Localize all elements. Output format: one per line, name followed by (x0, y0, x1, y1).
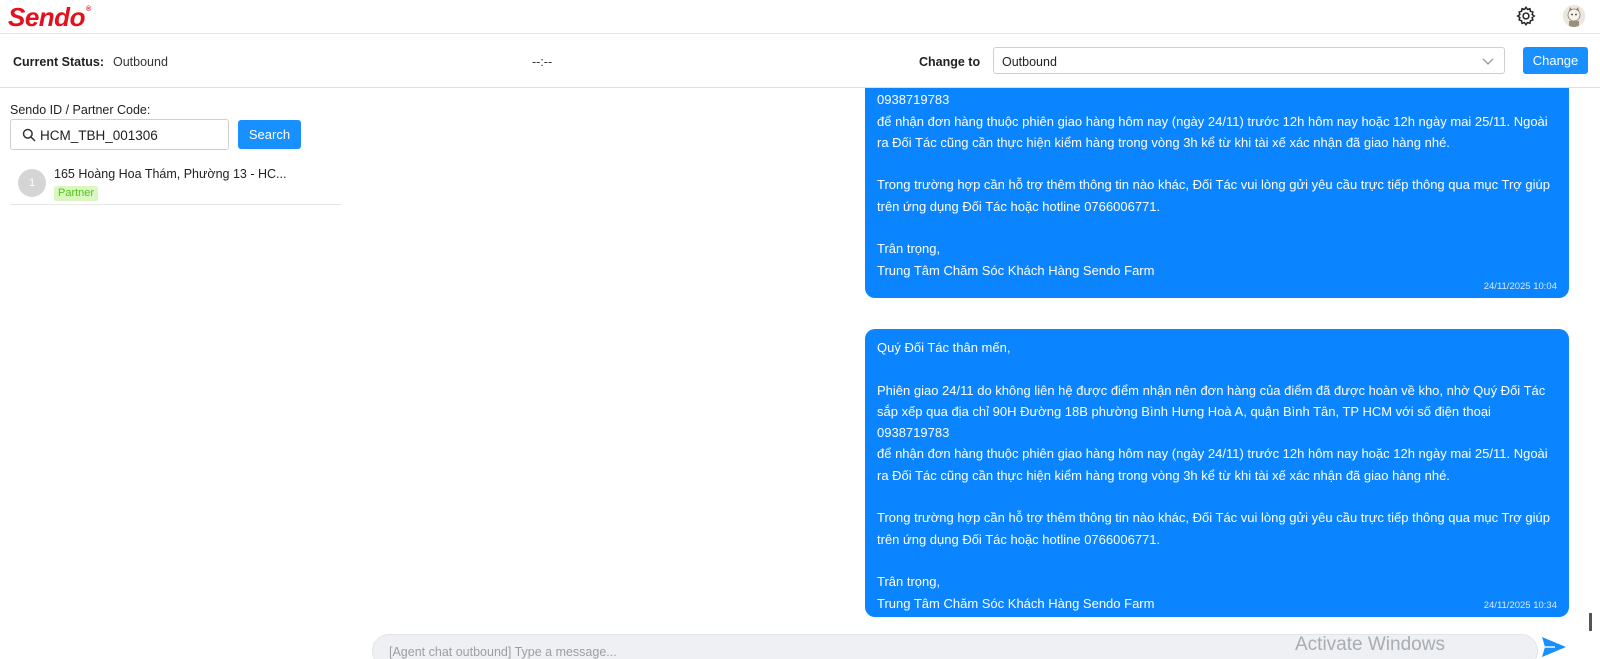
search-result-item[interactable]: 1 165 Hoàng Hoa Thám, Phường 13 - HC... … (10, 157, 341, 205)
activate-windows-watermark: Activate Windows (1295, 634, 1445, 655)
message-line: ra Đối Tác cũng cần thực hiện kiểm hàng … (877, 467, 1450, 483)
message-line: để nhận đơn hàng thuộc phiên giao hàng h… (877, 446, 1548, 462)
message-greeting: Quý Đối Tác thân mến, (877, 340, 1011, 355)
message-closing: Trân trọng, (877, 574, 941, 590)
search-field[interactable] (10, 119, 229, 150)
search-label: Sendo ID / Partner Code: (10, 103, 151, 117)
message-bubble: sắp xếp qua địa chỉ 90H Đường 18B phường… (865, 88, 1569, 298)
search-button[interactable]: Search (238, 120, 301, 149)
message-bubble: Quý Đối Tác thân mến, Phiên giao 24/11 d… (865, 329, 1569, 617)
message-timestamp: 24/11/2025 10:04 (1483, 281, 1557, 292)
message-line: trên ứng dụng Đối Tác hoặc hotline 07660… (877, 198, 1161, 214)
top-bar: Sendo® (0, 0, 1600, 34)
message-signature: Trung Tâm Chăm Sóc Khách Hàng Sendo Farm (877, 595, 1155, 611)
message-input[interactable] (389, 644, 1189, 659)
left-panel: Sendo ID / Partner Code: Search 1 165 Ho… (0, 88, 342, 659)
search-icon (22, 128, 36, 142)
status-select-value: Outbound (1002, 55, 1057, 69)
send-icon[interactable] (1541, 636, 1567, 658)
result-index-avatar: 1 (18, 169, 46, 197)
status-bar: Current Status: Outbound --:-- Change to… (0, 34, 1600, 88)
current-status-label: Current Status: (13, 55, 104, 69)
message-line: Phiên giao 24/11 do không liên hệ được đ… (877, 382, 1546, 398)
status-select[interactable]: Outbound (993, 47, 1505, 74)
message-closing: Trân trọng, (877, 241, 941, 257)
chevron-down-icon (1482, 58, 1494, 65)
gear-icon[interactable] (1515, 5, 1537, 27)
message-line: sắp xếp qua địa chỉ 90H Đường 18B phường… (877, 403, 1491, 441)
call-timer: --:-- (532, 55, 553, 69)
message-line: để nhận đơn hàng thuộc phiên giao hàng h… (877, 113, 1548, 129)
user-avatar[interactable] (1563, 5, 1585, 27)
search-input[interactable] (40, 125, 224, 145)
change-to-label: Change to (919, 55, 981, 69)
message-line: sắp xếp qua địa chỉ 90H Đường 18B phường… (877, 92, 950, 108)
partner-tag: Partner (54, 186, 99, 201)
result-address: 165 Hoàng Hoa Thám, Phường 13 - HC... (54, 167, 287, 181)
scrollbar-thumb[interactable] (1589, 613, 1592, 631)
message-signature: Trung Tâm Chăm Sóc Khách Hàng Sendo Farm (877, 262, 1155, 278)
change-button[interactable]: Change (1523, 47, 1588, 74)
sendo-logo[interactable]: Sendo® (8, 2, 91, 33)
message-line: trên ứng dụng Đối Tác hoặc hotline 07660… (877, 531, 1161, 547)
message-line: Trong trường hợp cần hỗ trợ thêm thông t… (877, 177, 1551, 193)
chat-panel: sắp xếp qua địa chỉ 90H Đường 18B phường… (342, 88, 1600, 622)
message-line: Trong trường hợp cần hỗ trợ thêm thông t… (877, 510, 1551, 526)
current-status-value: Outbound (113, 55, 168, 69)
message-timestamp: 24/11/2025 10:34 (1483, 600, 1557, 611)
message-line: ra Đối Tác cũng cần thực hiện kiểm hàng … (877, 134, 1450, 150)
